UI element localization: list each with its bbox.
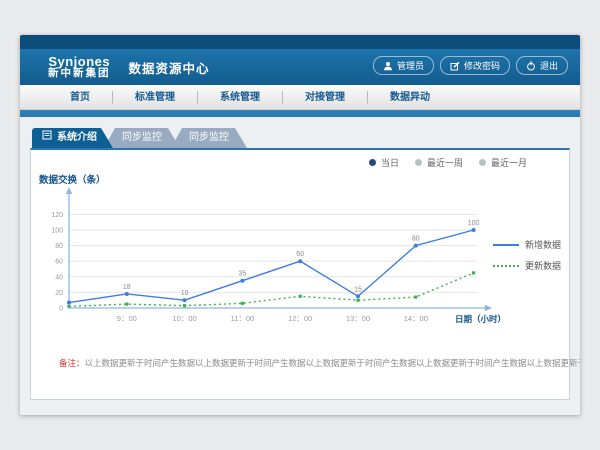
radio-last-month-label: 最近一月 [491,156,527,169]
svg-text:80: 80 [55,243,63,250]
footnote-prefix: 备注： [59,358,85,368]
header-buttons: 管理员 修改密码 退出 [373,56,568,75]
change-password-button[interactable]: 修改密码 [440,56,510,75]
radio-today-label: 当日 [381,156,399,169]
tab-sync-monitor-1[interactable]: 同步监控 [104,128,180,148]
svg-text:35: 35 [239,271,247,278]
document-icon [42,128,52,148]
nav-item-data-change[interactable]: 数据异动 [367,91,452,104]
legend-updated-data-label: 更新数据 [525,259,561,272]
user-icon [383,61,393,71]
svg-text:9：00: 9：00 [117,314,137,323]
admin-user-button[interactable]: 管理员 [373,56,434,75]
svg-text:12：00: 12：00 [288,314,312,323]
footnote-text: 以上数据更新于时间产生数据以上数据更新于时间产生数据以上数据更新于时间产生数据以… [85,358,580,368]
svg-text:100: 100 [468,220,480,227]
svg-text:10: 10 [181,290,189,297]
nav-item-system-mgmt[interactable]: 系统管理 [197,91,282,104]
svg-text:40: 40 [55,274,63,281]
logout-label: 退出 [540,59,558,72]
svg-text:13：00: 13：00 [346,314,370,323]
company-logo: Synjones 新中新集团 [48,55,111,80]
chart-panel: 当日 最近一周 最近一月 数据交换（条） 0 20 40 60 80 100 120 9：00… [30,148,570,400]
change-password-label: 修改密码 [464,59,500,72]
svg-text:15: 15 [354,286,362,293]
nav-item-standard-mgmt[interactable]: 标准管理 [112,91,197,104]
logo-company: 新中新集团 [48,68,111,79]
radio-unselected-icon [479,159,486,166]
nav-item-interface-mgmt[interactable]: 对接管理 [282,91,367,104]
admin-user-label: 管理员 [397,59,424,72]
nav-item-home[interactable]: 首页 [48,91,112,104]
radio-last-week[interactable]: 最近一周 [415,156,463,169]
main-nav: 首页 标准管理 系统管理 对接管理 数据异动 [20,85,580,110]
edit-icon [450,61,460,71]
nav-accent-strip [20,110,580,117]
radio-selected-icon [369,159,376,166]
svg-text:0: 0 [59,306,63,313]
radio-last-month[interactable]: 最近一月 [479,156,527,169]
line-chart: 0 20 40 60 80 100 120 9：00 10：00 11：00 12：00 13：00 1… [31,186,536,328]
tab-sync-monitor-1-label: 同步监控 [122,128,162,148]
svg-text:10：00: 10：00 [173,314,197,323]
svg-text:60: 60 [55,259,63,266]
svg-text:120: 120 [51,212,63,219]
tab-sync-monitor-2[interactable]: 同步监控 [171,128,247,148]
content-area: 系统介绍 同步监控 同步监控 当日 最近一周 [20,117,580,400]
header-bar: Synjones 新中新集团 数据资源中心 管理员 修改密码 退出 [20,49,580,85]
chart-legend: 新增数据 更新数据 [493,234,561,276]
top-strip [20,35,580,49]
legend-new-data-label: 新增数据 [525,238,561,251]
footnote: 备注：以上数据更新于时间产生数据以上数据更新于时间产生数据以上数据更新于时间产生… [59,357,580,369]
radio-unselected-icon [415,159,422,166]
svg-text:60: 60 [296,251,304,258]
dotted-line-swatch [493,265,519,267]
svg-text:11：00: 11：00 [231,314,255,323]
page-title: 数据资源中心 [129,58,210,77]
radio-today[interactable]: 当日 [369,156,399,169]
svg-text:20: 20 [55,290,63,297]
tab-bar: 系统介绍 同步监控 同步监控 [32,128,570,148]
power-icon [526,61,536,71]
y-axis-title: 数据交换（条） [39,172,106,186]
legend-updated-data: 更新数据 [493,255,561,276]
svg-text:18: 18 [123,284,131,291]
time-range-filter: 当日 最近一周 最近一月 [369,156,527,169]
tab-system-intro-label: 系统介绍 [57,128,97,148]
solid-line-swatch [493,244,519,246]
svg-text:80: 80 [412,236,420,243]
logout-button[interactable]: 退出 [516,56,568,75]
radio-last-week-label: 最近一周 [427,156,463,169]
svg-text:日期（小时）: 日期（小时） [455,314,506,324]
app-window: Synjones 新中新集团 数据资源中心 管理员 修改密码 退出 [20,35,580,415]
svg-text:100: 100 [51,228,63,235]
tab-system-intro[interactable]: 系统介绍 [32,128,113,148]
tab-sync-monitor-2-label: 同步监控 [189,128,229,148]
svg-text:14：00: 14：00 [404,314,428,323]
legend-new-data: 新增数据 [493,234,561,255]
